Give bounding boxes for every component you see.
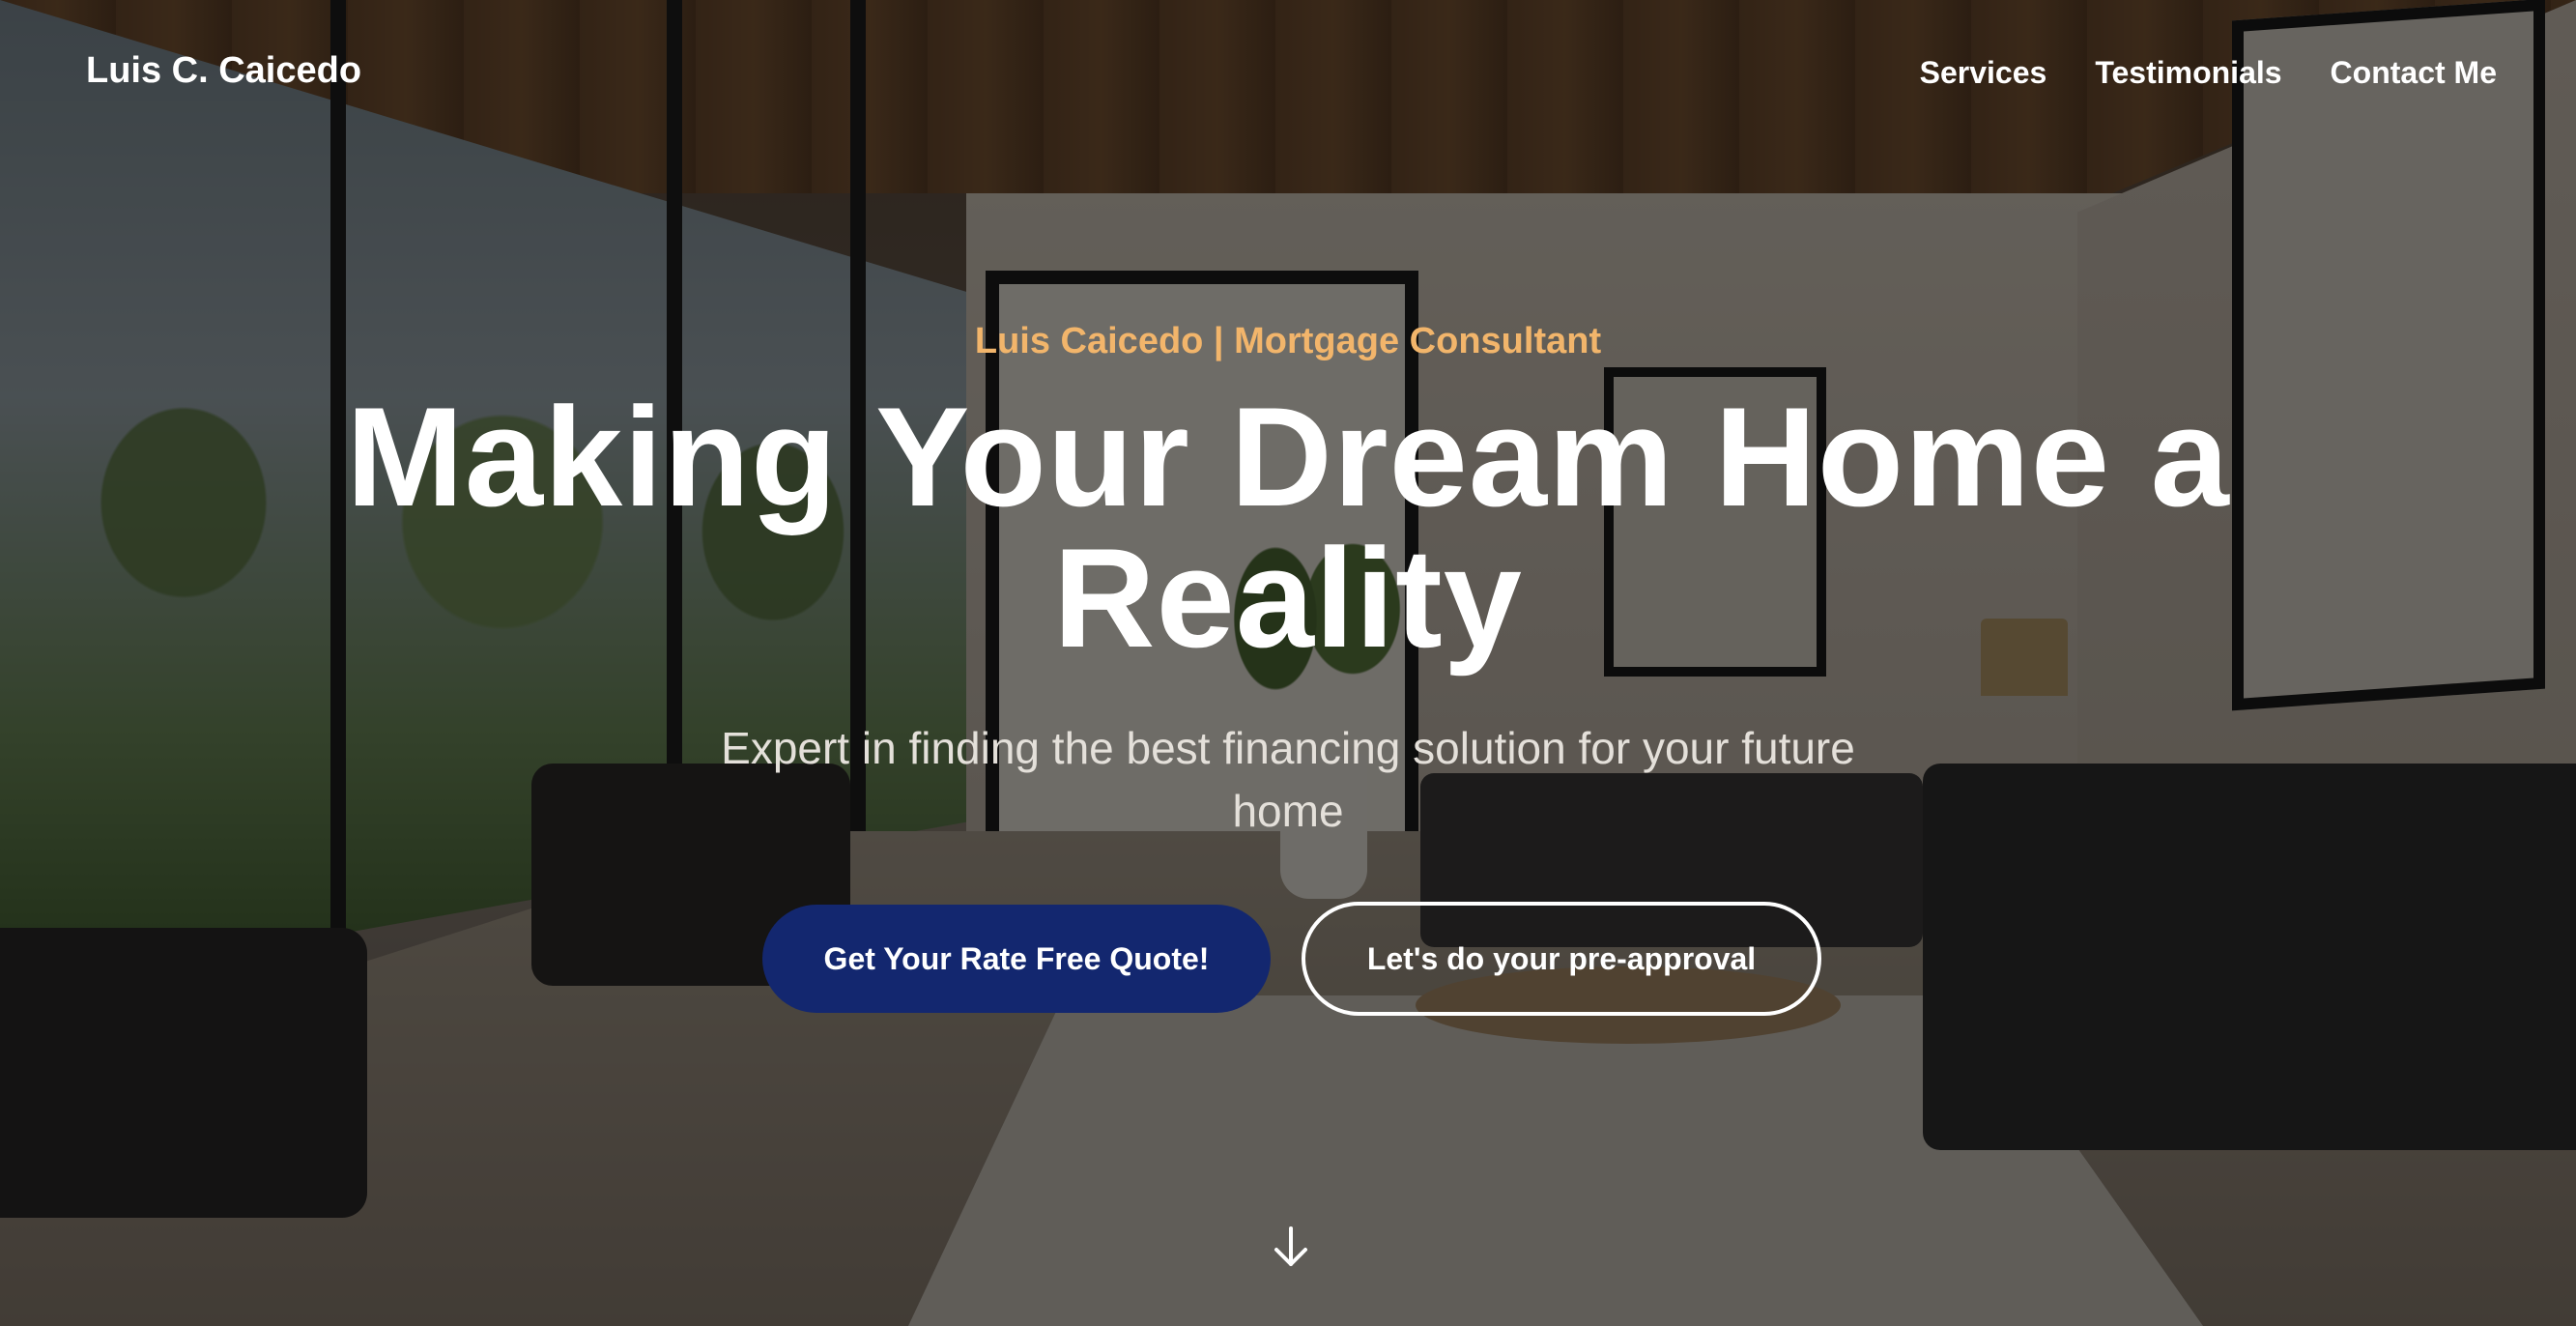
hero-section: Luis C. Caicedo Services Testimonials Co… — [0, 0, 2576, 1326]
hero-subheading-line-2: home — [1232, 786, 1344, 836]
hero-headline-line-2: Reality — [1053, 519, 1523, 677]
get-rate-quote-button[interactable]: Get Your Rate Free Quote! — [762, 905, 1271, 1013]
pre-approval-button[interactable]: Let's do your pre-approval — [1302, 902, 1821, 1016]
hero-eyebrow: Luis Caicedo | Mortgage Consultant — [974, 321, 1602, 361]
hero-subheading: Expert in finding the best financing sol… — [660, 717, 1916, 843]
hero-subheading-line-1: Expert in finding the best financing sol… — [721, 723, 1855, 773]
hero-headline-line-1: Making Your Dream Home a — [346, 378, 2230, 535]
hero-cta-row: Get Your Rate Free Quote! Let's do your … — [0, 902, 2576, 1016]
hero-headline: Making Your Dream Home a Reality — [322, 387, 2254, 669]
hero-content: Luis Caicedo | Mortgage Consultant Makin… — [0, 0, 2576, 1326]
arrow-down-icon[interactable] — [1272, 1225, 1310, 1268]
